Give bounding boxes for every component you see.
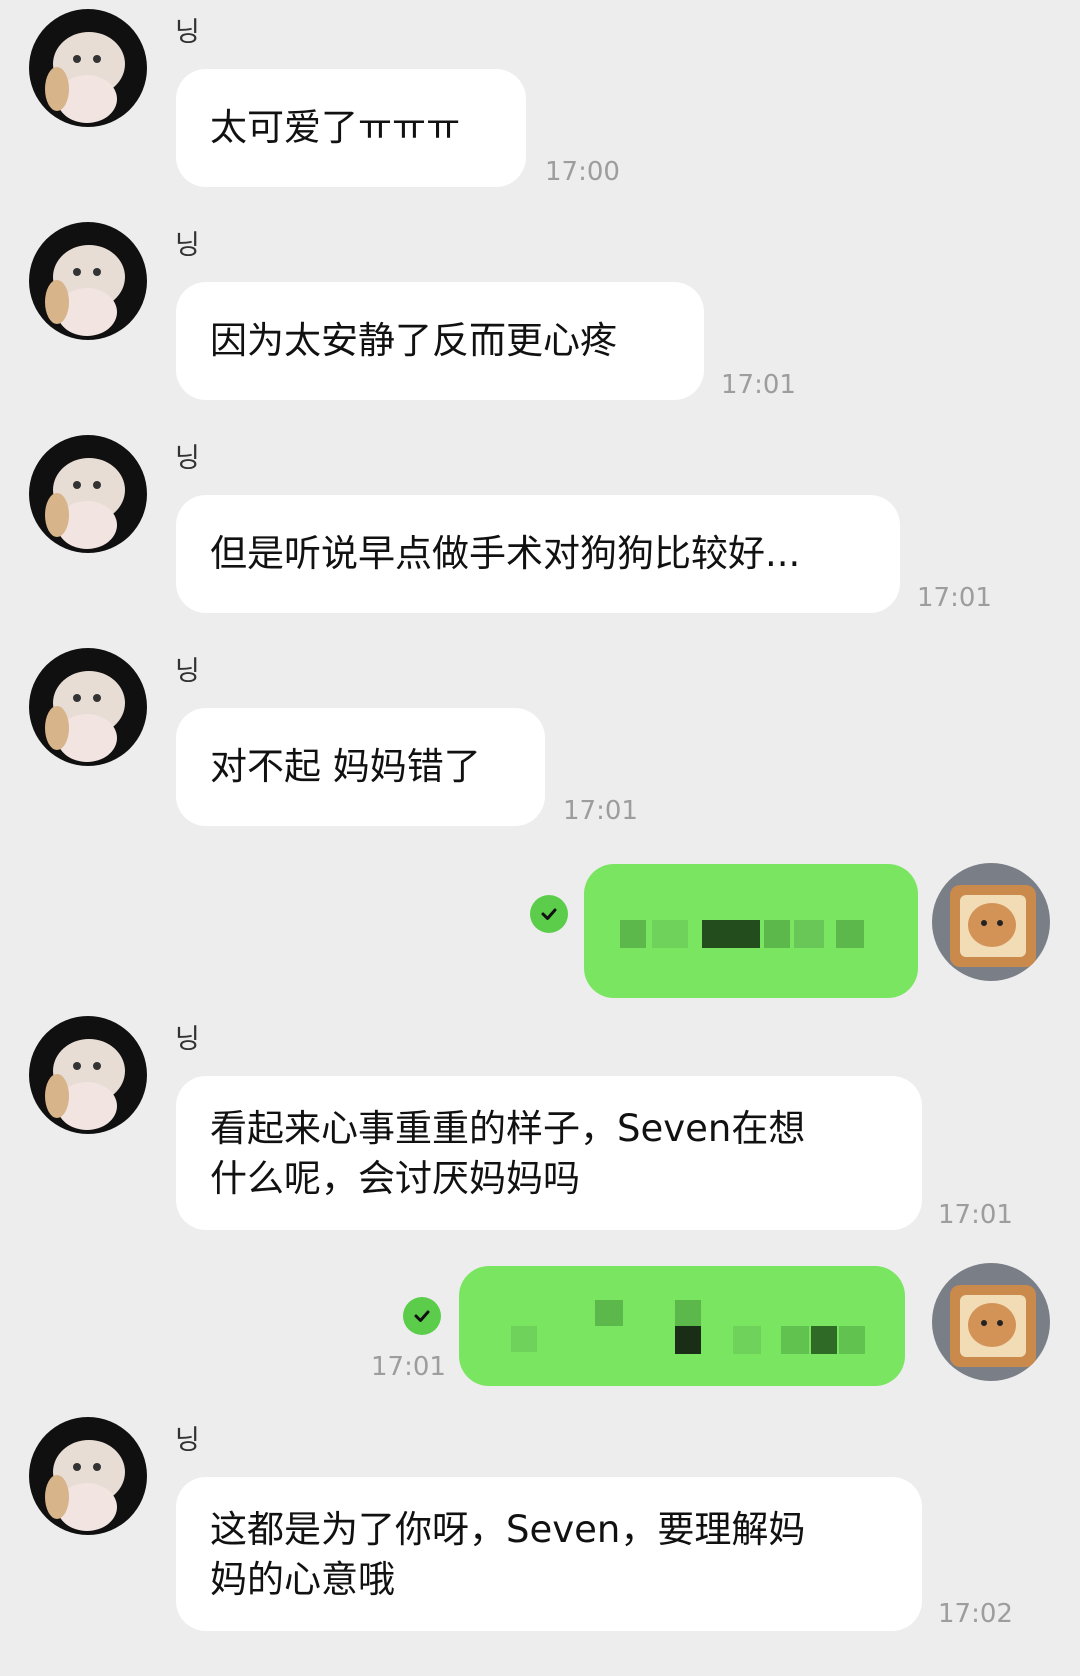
message-time: 17:01 [563, 796, 638, 826]
message-bubble[interactable]: 因为太安静了反而更心疼 [176, 282, 704, 400]
message-bubble[interactable]: 但是听说早点做手术对狗狗比较好... [176, 495, 900, 613]
pixelated-text [733, 1326, 761, 1354]
pixelated-text [675, 1300, 701, 1326]
pixelated-text [511, 1326, 537, 1352]
pixelated-text [781, 1326, 809, 1354]
message-text: 太可爱了ㅠㅠㅠ [210, 106, 461, 149]
message-time: 17:01 [371, 1352, 446, 1382]
pixelated-text [811, 1326, 837, 1354]
sender-name: 닝 [175, 443, 200, 474]
read-check-icon [403, 1297, 441, 1335]
pixelated-text [702, 920, 760, 948]
pixelated-text [675, 1326, 701, 1354]
sender-name: 닝 [175, 230, 200, 261]
pixelated-text [836, 920, 864, 948]
pixelated-text [764, 920, 790, 948]
pixelated-text [794, 920, 824, 948]
pixelated-text [652, 920, 688, 948]
message-bubble-outgoing[interactable] [459, 1266, 905, 1386]
read-check-icon [530, 895, 568, 933]
my-avatar[interactable] [932, 1263, 1050, 1381]
contact-avatar[interactable] [29, 1417, 147, 1535]
contact-avatar[interactable] [29, 435, 147, 553]
my-avatar[interactable] [932, 863, 1050, 981]
message-time: 17:01 [938, 1200, 1013, 1230]
message-time: 17:01 [721, 370, 796, 400]
sender-name: 닝 [175, 17, 200, 48]
message-text-line: 这都是为了你呀，Seven，要理解妈 [210, 1508, 806, 1551]
pixelated-text [620, 920, 646, 948]
contact-avatar[interactable] [29, 222, 147, 340]
pixelated-text [595, 1300, 623, 1326]
message-bubble[interactable]: 太可爱了ㅠㅠㅠ [176, 69, 526, 187]
contact-avatar[interactable] [29, 1016, 147, 1134]
message-text: 但是听说早点做手术对狗狗比较好... [210, 532, 801, 575]
message-bubble[interactable]: 这都是为了你呀，Seven，要理解妈 妈的心意哦 [176, 1477, 922, 1631]
message-text: 因为太安静了反而更心疼 [210, 319, 617, 362]
message-bubble-outgoing[interactable] [584, 864, 918, 998]
message-time: 17:01 [917, 583, 992, 613]
contact-avatar[interactable] [29, 648, 147, 766]
message-time: 17:02 [938, 1599, 1013, 1629]
message-text: 对不起 妈妈错了 [210, 745, 481, 788]
message-text-line: 看起来心事重重的样子，Seven在想 [210, 1107, 806, 1150]
message-text-line: 什么呢，会讨厌妈妈吗 [210, 1157, 580, 1200]
message-time: 17:00 [545, 157, 620, 187]
pixelated-text [839, 1326, 865, 1354]
message-text-line: 妈的心意哦 [210, 1558, 395, 1601]
message-bubble[interactable]: 对不起 妈妈错了 [176, 708, 545, 826]
message-bubble[interactable]: 看起来心事重重的样子，Seven在想 什么呢，会讨厌妈妈吗 [176, 1076, 922, 1230]
sender-name: 닝 [175, 1024, 200, 1055]
sender-name: 닝 [175, 1425, 200, 1456]
contact-avatar[interactable] [29, 9, 147, 127]
sender-name: 닝 [175, 656, 200, 687]
